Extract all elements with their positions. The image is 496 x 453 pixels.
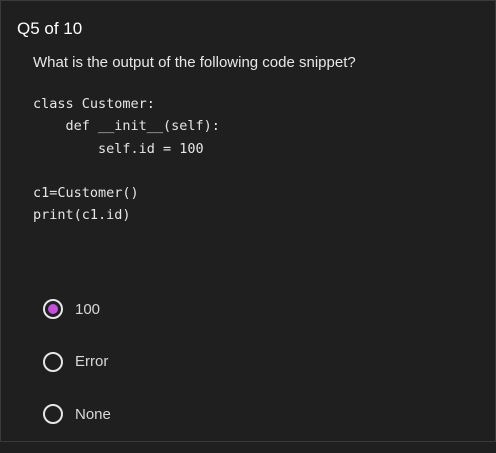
radio-button[interactable]	[43, 404, 63, 424]
code-snippet: class Customer: def __init__(self): self…	[33, 93, 220, 227]
answer-options: 100 Error None	[43, 295, 111, 453]
radio-button-selected[interactable]	[43, 299, 63, 319]
question-text: What is the output of the following code…	[33, 54, 356, 71]
code-line: class Customer:	[33, 96, 155, 112]
radio-button[interactable]	[43, 351, 63, 372]
quiz-panel: Q5 of 10 What is the output of the follo…	[0, 0, 496, 442]
answer-option-error[interactable]: Error	[43, 348, 111, 376]
answer-option-none[interactable]: None	[43, 400, 111, 428]
answer-option-100[interactable]: 100	[43, 295, 111, 323]
code-line: self.id = 100	[33, 140, 204, 157]
code-line: def __init__(self):	[33, 118, 220, 135]
answer-option-label: Error	[75, 353, 109, 370]
answer-option-label: None	[75, 405, 111, 423]
code-line: c1=Customer()	[33, 185, 139, 202]
answer-option-label: 100	[75, 300, 101, 318]
question-counter: Q5 of 10	[17, 19, 83, 38]
code-line: print(c1.id)	[33, 207, 131, 224]
